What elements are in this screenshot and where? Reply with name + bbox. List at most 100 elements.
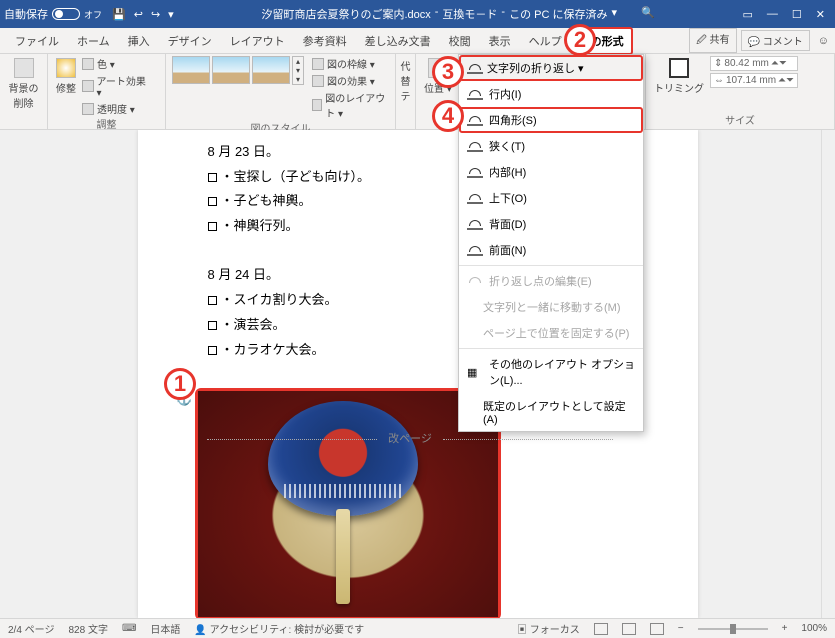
topbottom-icon xyxy=(467,192,483,204)
behind-icon xyxy=(467,218,483,230)
corrections-icon xyxy=(56,58,76,78)
editpts-icon xyxy=(467,275,483,287)
document-name: 汐留町商店会夏祭りのご案内.docx xyxy=(261,6,430,22)
zoom-in[interactable]: + xyxy=(782,623,788,634)
gallery-down-icon[interactable]: ▾ xyxy=(293,66,303,75)
tab-file[interactable]: ファイル xyxy=(6,27,68,55)
style-thumb[interactable] xyxy=(212,56,250,84)
language[interactable]: 日本語 xyxy=(150,621,180,636)
vertical-scrollbar[interactable] xyxy=(821,130,835,618)
tab-references[interactable]: 参考資料 xyxy=(294,27,356,55)
piclayout-icon xyxy=(312,99,322,111)
tab-layout[interactable]: レイアウト xyxy=(221,27,294,55)
word-count[interactable]: 828 文字 xyxy=(68,621,107,636)
search-icon[interactable]: 🔍 xyxy=(641,6,655,22)
tab-insert[interactable]: 挿入 xyxy=(119,27,159,55)
through-icon xyxy=(467,166,483,178)
width-icon: ⇔ xyxy=(714,75,724,86)
alt-text-button[interactable]: 代 替 テ xyxy=(402,56,409,105)
style-thumb[interactable] xyxy=(252,56,290,84)
adjust-group-label: 調整 xyxy=(54,116,159,131)
comment-button[interactable]: 💬 コメント xyxy=(741,30,810,51)
tab-mailings[interactable]: 差し込み文書 xyxy=(356,27,440,55)
undo-icon[interactable]: ↩ xyxy=(134,8,143,21)
maximize-icon[interactable]: ☐ xyxy=(792,8,802,21)
wrap-more-options[interactable]: ▦その他のレイアウト オプション(L)... xyxy=(459,351,643,393)
size-group-label: サイズ xyxy=(652,112,828,127)
effects-icon xyxy=(312,75,324,87)
wrap-edit-points: 折り返し点の編集(E) xyxy=(459,268,643,294)
status-bar: 2/4 ページ 828 文字 ⌨ 日本語 👤 アクセシビリティ: 検討が必要です… xyxy=(0,618,835,638)
save-icon[interactable]: 💾 xyxy=(112,8,126,21)
crop-button[interactable]: トリミング xyxy=(652,56,706,97)
picture-layout-button[interactable]: 図のレイアウト ▾ xyxy=(312,90,389,120)
transparency-icon xyxy=(82,103,94,115)
wrap-set-default[interactable]: 既定のレイアウトとして設定(A) xyxy=(459,393,643,431)
web-layout-icon[interactable] xyxy=(650,623,664,635)
width-input[interactable]: ⇔107.14 mm⏶⏷ xyxy=(710,73,798,88)
height-input[interactable]: ⇕80.42 mm⏶⏷ xyxy=(710,56,798,71)
focus-mode[interactable]: ▣ フォーカス xyxy=(517,621,580,636)
annotation-marker-2: 2 xyxy=(564,24,596,56)
print-layout-icon[interactable] xyxy=(622,623,636,635)
redo-icon[interactable]: ↪ xyxy=(151,8,160,21)
compat-mode: 互換モ－ド xyxy=(442,6,497,22)
wrap-inline[interactable]: 行内(I) xyxy=(459,81,643,107)
tab-home[interactable]: ホーム xyxy=(68,27,119,55)
crop-icon xyxy=(669,58,689,78)
gallery-up-icon[interactable]: ▴ xyxy=(293,57,303,66)
ribbon-tabs: ファイル ホーム 挿入 デザイン レイアウト 参考資料 差し込み文書 校閲 表示… xyxy=(0,28,835,54)
tab-review[interactable]: 校閲 xyxy=(440,27,480,55)
color-icon xyxy=(82,58,94,70)
remove-bg-icon xyxy=(14,58,34,78)
ribbon: 背景の 削除 修整 色 ▾ アート効果 ▾ 透明度 ▾ 調整 xyxy=(0,54,835,130)
height-icon: ⇕ xyxy=(714,58,722,69)
page-break-indicator: 改ページ xyxy=(130,430,690,446)
wrap-topbottom[interactable]: 上下(O) xyxy=(459,185,643,211)
zoom-level[interactable]: 100% xyxy=(801,623,827,634)
image-content xyxy=(198,391,498,617)
close-icon[interactable]: ✕ xyxy=(816,8,825,21)
wrap-text-menu: 文字列の折り返し ▾ 行内(I) 四角形(S) 狭く(T) 内部(H) 上下(O… xyxy=(458,54,644,432)
transparency-button[interactable]: 透明度 ▾ xyxy=(82,101,151,116)
zoom-slider[interactable] xyxy=(698,628,768,630)
picture-styles-gallery[interactable]: ▴ ▾ ▾ xyxy=(172,56,304,85)
picture-border-button[interactable]: 図の枠線 ▾ xyxy=(312,56,389,71)
accessibility[interactable]: 👤 アクセシビリティ: 検討が必要です xyxy=(194,621,364,636)
ribbon-options-icon[interactable]: ▭ xyxy=(743,8,753,21)
gallery-more-icon[interactable]: ▾ xyxy=(293,75,303,84)
minimize-icon[interactable]: — xyxy=(767,8,778,21)
share-button[interactable]: 🖉 共有 xyxy=(689,28,736,53)
square-icon xyxy=(467,114,483,126)
wrap-behind[interactable]: 背面(D) xyxy=(459,211,643,237)
more-icon: ▦ xyxy=(467,366,483,378)
artistic-effects-button[interactable]: アート効果 ▾ xyxy=(82,73,151,99)
wrap-move-with-text: 文字列と一緒に移動する(M) xyxy=(459,294,643,320)
wrap-fix-position: ページ上で位置を固定する(P) xyxy=(459,320,643,346)
selected-image[interactable]: ⚓ xyxy=(195,388,501,620)
wrap-front[interactable]: 前面(N) xyxy=(459,237,643,263)
lang-icon[interactable]: ⌨ xyxy=(122,623,136,634)
picture-effects-button[interactable]: 図の効果 ▾ xyxy=(312,73,389,88)
corrections-button[interactable]: 修整 xyxy=(54,56,78,97)
page-count[interactable]: 2/4 ページ xyxy=(8,621,54,636)
wrap-through[interactable]: 内部(H) xyxy=(459,159,643,185)
annotation-marker-4: 4 xyxy=(432,100,464,132)
remove-background-button[interactable]: 背景の 削除 xyxy=(6,56,41,112)
front-icon xyxy=(467,244,483,256)
wrap-text-button[interactable]: 文字列の折り返し ▾ xyxy=(459,55,643,81)
toggle-icon[interactable] xyxy=(52,8,80,20)
title-bar: 自動保存 オフ 💾 ↩ ↪ ▾ 汐留町商店会夏祭りのご案内.docx - 互換モ… xyxy=(0,0,835,28)
wrap-tight[interactable]: 狭く(T) xyxy=(459,133,643,159)
annotation-marker-3: 3 xyxy=(432,56,464,88)
color-button[interactable]: 色 ▾ xyxy=(82,56,151,71)
tab-view[interactable]: 表示 xyxy=(480,27,520,55)
wrap-square[interactable]: 四角形(S) xyxy=(459,107,643,133)
zoom-out[interactable]: − xyxy=(678,623,684,634)
annotation-marker-1: 1 xyxy=(164,368,196,400)
style-thumb[interactable] xyxy=(172,56,210,84)
smiley-icon[interactable]: ☺ xyxy=(818,35,829,47)
tab-design[interactable]: デザイン xyxy=(159,27,221,55)
autosave-toggle[interactable]: 自動保存 オフ xyxy=(4,6,102,22)
read-mode-icon[interactable] xyxy=(594,623,608,635)
